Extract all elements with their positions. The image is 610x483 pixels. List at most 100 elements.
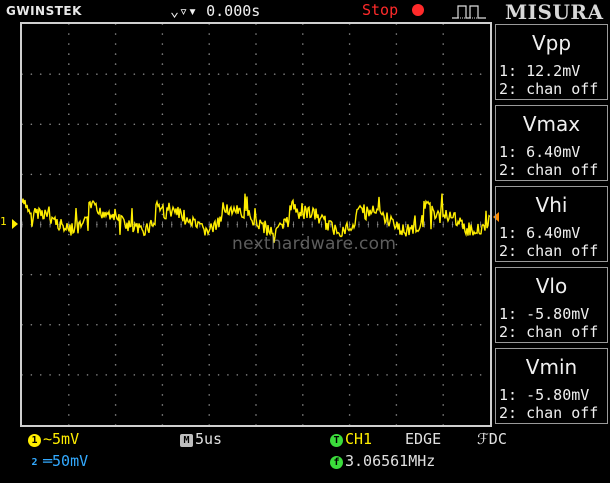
grid-dot	[302, 173, 304, 176]
channel-1-level-arrow[interactable]	[12, 219, 18, 229]
measurement-vlo[interactable]: Vlo 1: -5.80mV 2: chan off	[495, 267, 608, 343]
measurement-vhi[interactable]: Vhi 1: 6.40mV 2: chan off	[495, 186, 608, 262]
grid-dot	[255, 424, 257, 425]
grid-dot	[395, 313, 398, 316]
grid-dot	[302, 73, 304, 75]
trigger-type[interactable]: EDGE	[405, 430, 441, 448]
grid-dot	[114, 323, 117, 326]
grid-dot	[142, 273, 145, 276]
measurement-vmax[interactable]: Vmax 1: 6.40mV 2: chan off	[495, 105, 608, 181]
bottom-status-bar: 1 ∼5mV 2 ═50mV M 5us T CH1 EDGE ℱDC f 3.06561…	[0, 428, 610, 483]
grid-dot	[170, 123, 173, 126]
grid-dot	[189, 273, 192, 276]
waveform-grid	[22, 24, 490, 425]
grid-dot	[245, 323, 248, 326]
grid-dot	[189, 323, 192, 326]
grid-dot	[283, 374, 285, 376]
ch2-scale[interactable]: 2 ═50mV	[28, 452, 88, 470]
grid-dot	[161, 333, 164, 336]
grid-dot	[39, 123, 42, 126]
run-state-label[interactable]: Stop	[362, 1, 398, 19]
grid-dot	[114, 83, 117, 85]
grid-dot	[376, 323, 379, 326]
grid-dot	[161, 53, 164, 55]
grid-dot	[227, 273, 229, 276]
grid-dot	[208, 253, 210, 256]
grid-dot	[114, 173, 117, 176]
grid-dot	[255, 113, 257, 116]
grid-dot	[348, 43, 351, 45]
grid-dot	[311, 73, 313, 75]
grid-dot	[161, 364, 164, 366]
grid-dot	[348, 193, 351, 196]
grid-dot	[302, 193, 304, 196]
grid-dot	[208, 153, 210, 156]
grid-dot	[302, 153, 304, 156]
grid-dot	[227, 73, 229, 75]
grid-dot	[320, 73, 323, 75]
grid-dot	[442, 273, 445, 276]
channel-1-marker[interactable]: 1	[0, 215, 7, 228]
arrows-down-icon: ⌄▿▾	[170, 2, 207, 20]
grid-dot	[386, 374, 388, 376]
grid-dot	[49, 73, 51, 75]
grid-dot	[479, 323, 482, 326]
grid-dot	[358, 123, 360, 126]
grid-dot	[358, 73, 360, 75]
trigger-coupling-value: DC	[488, 430, 507, 448]
grid-dot	[442, 404, 445, 406]
grid-dot	[161, 83, 164, 85]
grid-dot	[339, 173, 342, 176]
grid-dot	[395, 333, 398, 336]
timebase[interactable]: M 5us	[180, 430, 222, 448]
waveform-display[interactable]: nexthardware.com	[20, 22, 492, 427]
ch2-badge-icon: 2	[31, 457, 38, 468]
grid-dot	[245, 123, 248, 126]
grid-dot	[236, 323, 239, 326]
measurement-vmin[interactable]: Vmin 1: -5.80mV 2: chan off	[495, 348, 608, 424]
grid-dot	[348, 123, 351, 126]
ch1-scale[interactable]: 1 ∼5mV	[28, 430, 79, 448]
grid-dot	[367, 73, 370, 75]
grid-dot	[264, 273, 267, 276]
grid-dot	[208, 243, 210, 246]
measurement-ch1-value: 1: -5.80mV	[499, 386, 590, 404]
grid-dot	[68, 354, 70, 356]
grid-dot	[68, 73, 70, 75]
timebase-value: 5us	[195, 430, 223, 448]
grid-dot	[142, 374, 145, 376]
grid-dot	[358, 374, 360, 376]
grid-dot	[30, 173, 33, 176]
grid-dot	[470, 123, 473, 126]
grid-dot	[208, 183, 210, 186]
grid-dot	[124, 374, 126, 376]
watermark: nexthardware.com	[232, 234, 397, 254]
grid-dot	[395, 173, 398, 176]
grid-dot	[105, 273, 108, 276]
grid-dot	[199, 123, 201, 126]
grid-dot	[255, 394, 257, 396]
grid-dot	[461, 323, 463, 326]
trigger-position-value: 0.000s	[206, 2, 261, 20]
grid-dot	[348, 273, 351, 276]
trigger-settings[interactable]: T CH1	[330, 430, 372, 448]
grid-dot	[208, 213, 210, 216]
grid-dot	[264, 123, 267, 126]
measurement-ch1-value: 1: 6.40mV	[499, 224, 581, 242]
grid-dot	[68, 253, 70, 256]
measurement-ch2-value: 2: chan off	[499, 80, 599, 98]
grid-dot	[114, 33, 117, 35]
measurement-vpp[interactable]: Vpp 1: 12.2mV 2: chan off	[495, 24, 608, 100]
grid-dot	[208, 93, 210, 95]
grid-dot	[114, 203, 117, 206]
grid-dot	[358, 273, 360, 276]
trigger-position[interactable]: ⌄▿▾ 0.000s	[170, 2, 260, 20]
grid-dot	[96, 173, 98, 176]
grid-dot	[414, 323, 416, 326]
grid-dot	[227, 173, 229, 176]
grid-dot	[302, 344, 304, 346]
grid-dot	[208, 384, 210, 386]
trigger-coupling[interactable]: ℱDC	[477, 430, 507, 448]
grid-dot	[395, 143, 398, 146]
grid-dot	[348, 93, 351, 95]
